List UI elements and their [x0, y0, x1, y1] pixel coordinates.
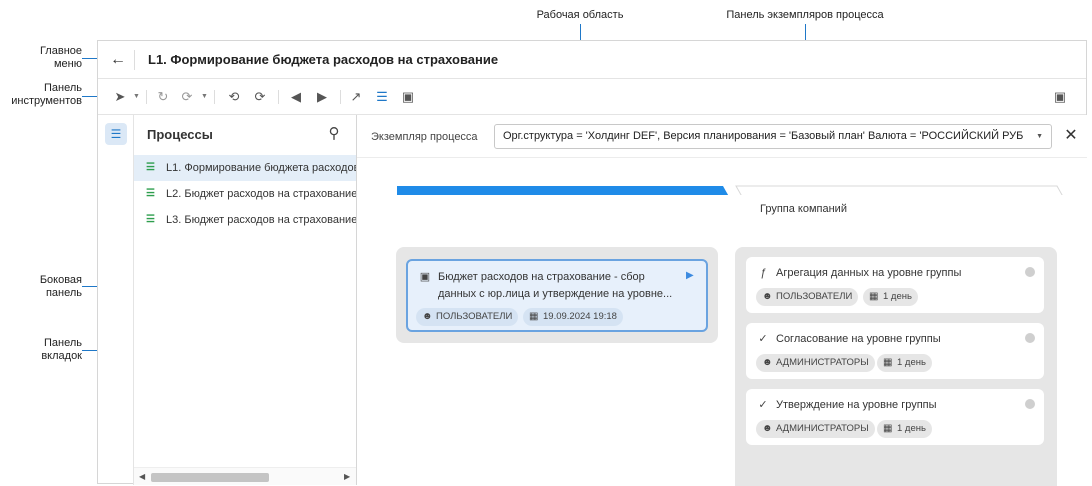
play-icon[interactable]: ▶: [686, 270, 694, 281]
refresh-icon[interactable]: ↻: [153, 87, 173, 107]
divider: [214, 90, 215, 104]
step-back-icon[interactable]: ◀: [286, 87, 306, 107]
process-icon: ☰: [146, 162, 155, 173]
side-panel: Процессы ⚲ ☰ L1. Формирование бюджета ра…: [134, 115, 357, 485]
export-icon[interactable]: ↗: [346, 87, 366, 107]
main-menu-header: ← L1. Формирование бюджета расходов на с…: [98, 41, 1086, 79]
scroll-left-icon[interactable]: ◀: [139, 471, 145, 483]
collapse-icon[interactable]: ▣: [1050, 87, 1070, 107]
card-title: Агрегация данных на уровне группы: [776, 267, 962, 279]
card-title: Бюджет расходов на страхование - сбор да…: [438, 271, 673, 300]
user-icon: ☻: [422, 311, 433, 322]
redo-icon[interactable]: ⟳: [250, 87, 270, 107]
stage-inactive-shape[interactable]: [735, 185, 1070, 195]
stage-column: ▣ Бюджет расходов на страхование - сбор …: [396, 247, 718, 343]
stage-label[interactable]: Группа компаний: [760, 203, 847, 215]
book-icon[interactable]: ▣: [398, 87, 418, 107]
stage-column: ƒ Агрегация данных на уровне группы ☻ ПО…: [735, 247, 1057, 486]
page-title: L1. Формирование бюджета расходов на стр…: [148, 52, 499, 67]
calendar-icon: ▦: [883, 357, 893, 368]
role-chip: ☻ ПОЛЬЗОВАТЕЛИ: [416, 308, 519, 326]
role-chip: ☻ АДМИНИСТРАТОРЫ: [756, 354, 875, 372]
work-area: Экземпляр процесса Орг.структура = 'Холд…: [357, 115, 1087, 486]
undo-icon[interactable]: ⟲: [224, 87, 244, 107]
stage-active-shape[interactable]: [397, 186, 736, 195]
task-card[interactable]: ▣ Бюджет расходов на страхование - сбор …: [406, 259, 708, 332]
form-icon: ▣: [419, 271, 431, 283]
role-chip: ☻ АДМИНИСТРАТОРЫ: [756, 420, 875, 438]
user-icon: ☻: [762, 357, 773, 368]
annotation-tabs-panel: Панель вкладок: [41, 337, 82, 362]
date-chip: ▦ 1 день: [863, 288, 918, 306]
search-icon[interactable]: ⚲: [324, 124, 344, 144]
status-dot: [1025, 333, 1035, 343]
date-chip: ▦ 19.09.2024 19:18: [523, 308, 623, 326]
divider: [146, 90, 147, 104]
user-icon: ☻: [762, 291, 773, 302]
divider: [278, 90, 279, 104]
scrollbar-thumb[interactable]: [151, 473, 269, 482]
chevron-down-icon[interactable]: ▼: [201, 87, 208, 107]
list-item[interactable]: ☰ L2. Бюджет расходов на страхование: [134, 181, 357, 207]
stage-label[interactable]: Холдинги: [406, 203, 458, 215]
horizontal-scrollbar[interactable]: ◀ ▶: [134, 467, 356, 485]
list-item[interactable]: ☰ L1. Формирование бюджета расходов на с…: [134, 155, 357, 181]
annotation-instances-panel: Панель экземпляров процесса: [726, 9, 884, 21]
process-icon: ☰: [146, 214, 155, 225]
user-icon: ☻: [762, 423, 773, 434]
list-item-label: L2. Бюджет расходов на страхование: [166, 188, 357, 200]
side-panel-title: Процессы: [147, 127, 213, 142]
list-item-label: L3. Бюджет расходов на страхование: [166, 214, 357, 226]
process-icon: ☰: [146, 188, 155, 199]
tree-icon[interactable]: ☰: [372, 87, 392, 107]
process-tree-icon[interactable]: ☰: [105, 123, 127, 145]
cursor-icon[interactable]: ➤: [110, 87, 130, 107]
status-dot: [1025, 267, 1035, 277]
status-dot: [1025, 399, 1035, 409]
fx-icon: ƒ: [759, 267, 767, 279]
stages-bar: [397, 185, 1070, 195]
annotation-work-area: Рабочая область: [536, 9, 624, 21]
annotation-side-panel: Боковая панель: [39, 274, 82, 299]
task-card[interactable]: ✓ Согласование на уровне группы ☻ АДМИНИ…: [746, 323, 1044, 379]
tabs-panel: ☰: [98, 115, 134, 485]
toolbar: ➤ ▼ ↻ ⟳ ▼ ⟲ ⟳ ◀ ▶ ↗ ☰ ▣ ▣: [98, 79, 1086, 115]
divider: [134, 50, 135, 70]
calendar-icon: ▦: [883, 423, 893, 434]
sync-icon[interactable]: ⟳: [177, 87, 197, 107]
task-card[interactable]: ✓ Утверждение на уровне группы ☻ АДМИНИС…: [746, 389, 1044, 445]
app-window: ← L1. Формирование бюджета расходов на с…: [97, 40, 1087, 486]
check-icon: ✓: [758, 333, 768, 345]
list-item[interactable]: ☰ L3. Бюджет расходов на страхование: [134, 207, 357, 233]
step-forward-icon[interactable]: ▶: [312, 87, 332, 107]
date-chip: ▦ 1 день: [877, 354, 932, 372]
role-chip: ☻ ПОЛЬЗОВАТЕЛИ: [756, 288, 859, 306]
check-icon: ✓: [758, 399, 768, 411]
calendar-icon: ▦: [869, 291, 879, 302]
divider: [340, 90, 341, 104]
scroll-right-icon[interactable]: ▶: [344, 471, 350, 483]
annotation-main-menu: Главное меню: [39, 45, 82, 70]
date-chip: ▦ 1 день: [877, 420, 932, 438]
card-title: Утверждение на уровне группы: [776, 399, 937, 411]
card-title: Согласование на уровне группы: [776, 333, 941, 345]
annotation-toolbar: Панель инструментов: [11, 82, 82, 107]
process-list: ☰ L1. Формирование бюджета расходов на с…: [134, 155, 357, 233]
list-item-label: L1. Формирование бюджета расходов на стр…: [166, 162, 357, 174]
task-card[interactable]: ƒ Агрегация данных на уровне группы ☻ ПО…: [746, 257, 1044, 313]
calendar-icon: ▦: [529, 311, 539, 322]
arrow-left-icon[interactable]: ←: [108, 50, 128, 70]
chevron-down-icon[interactable]: ▼: [133, 87, 140, 107]
